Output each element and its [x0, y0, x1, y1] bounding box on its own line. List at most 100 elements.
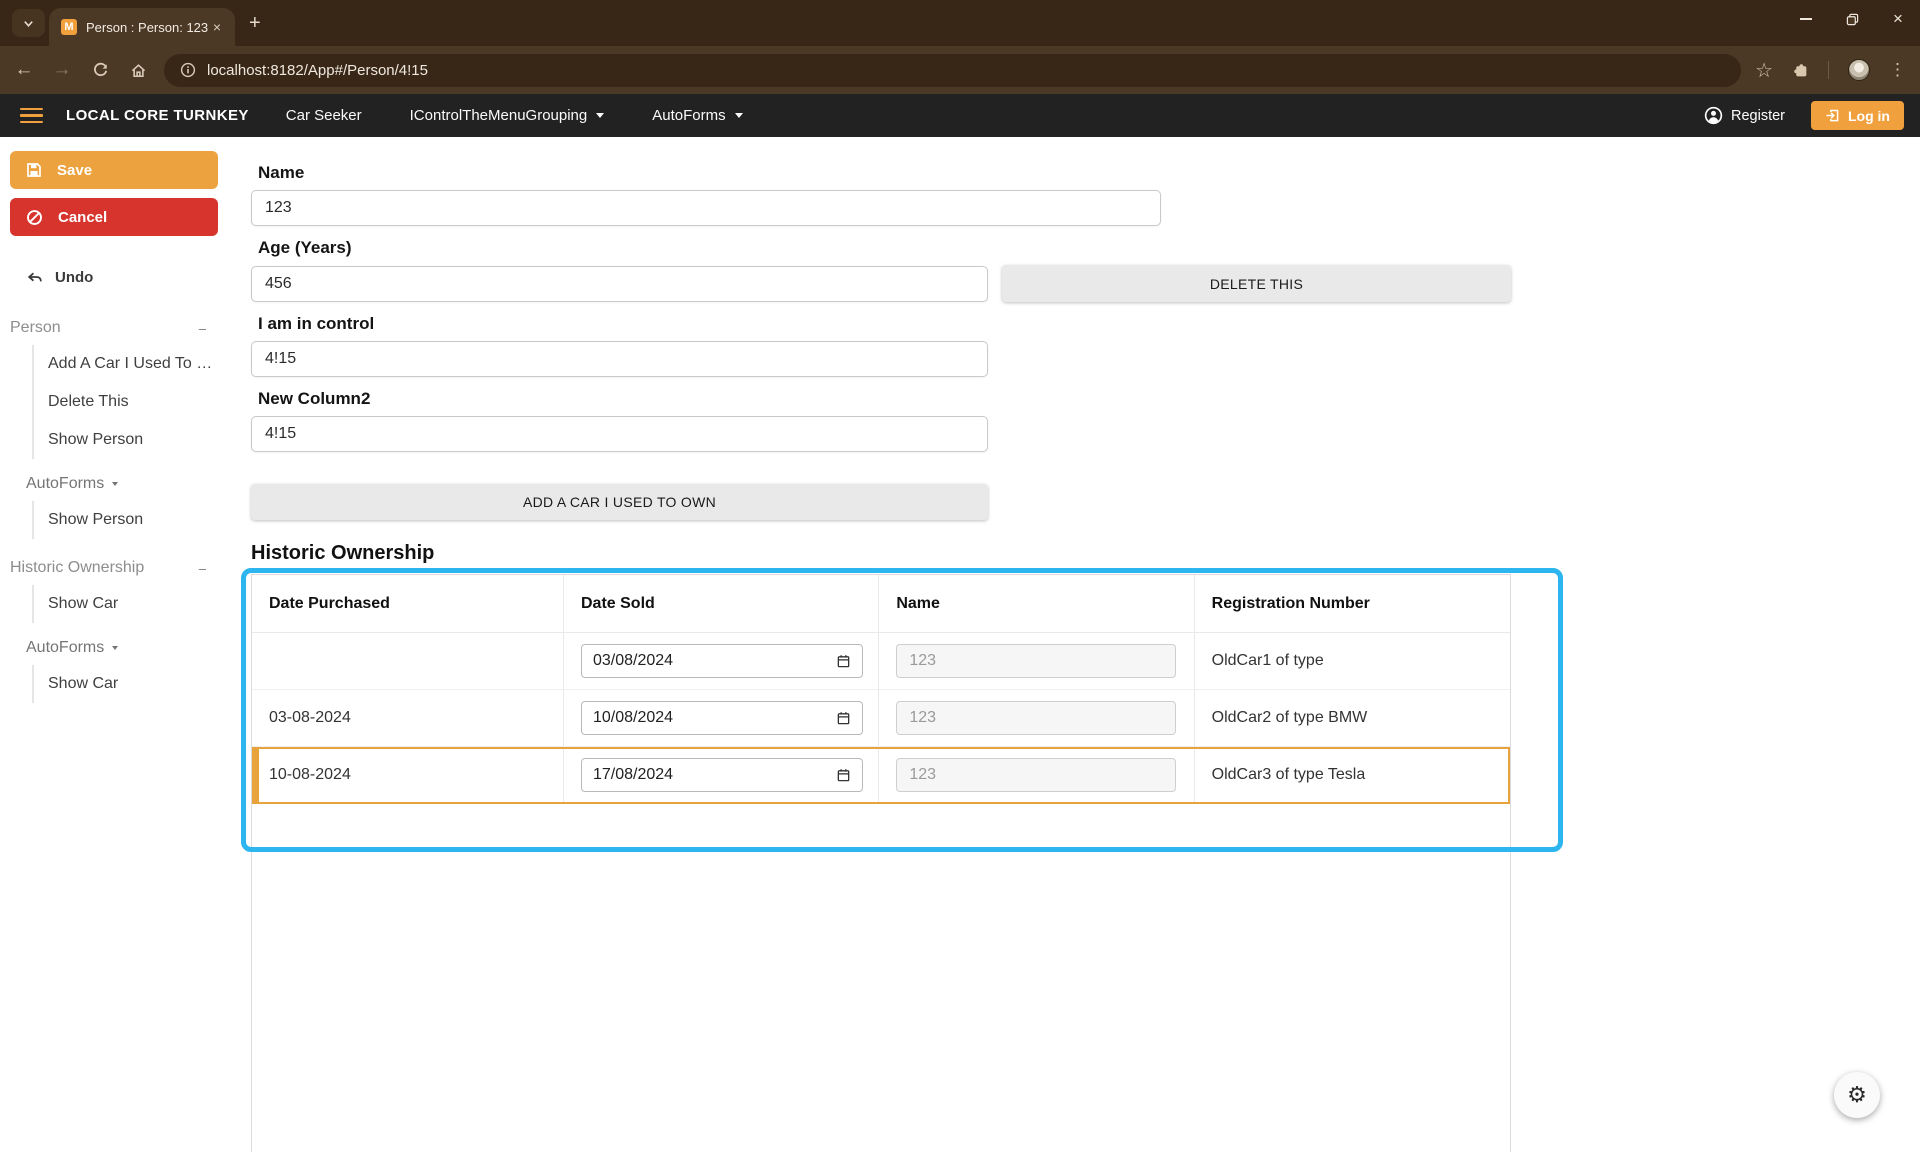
- column-header-date-sold: Date Sold: [564, 575, 879, 632]
- forward-button[interactable]: →: [46, 54, 78, 86]
- tab-title: Person : Person: 123: [86, 20, 209, 35]
- sidebar-section-person[interactable]: Person –: [10, 319, 218, 337]
- caret-down-icon: [112, 482, 118, 486]
- tab-favicon: M: [61, 19, 77, 35]
- sidebar-item-add-a-car[interactable]: Add A Car I Used To Own...: [48, 345, 218, 383]
- caret-down-icon: [112, 646, 118, 650]
- table-row[interactable]: 03-08-2024 10/08/2024 OldCar2 of type BM…: [252, 690, 1510, 747]
- column-header-name: Name: [879, 575, 1194, 632]
- historic-ownership-title: Historic Ownership: [251, 542, 1920, 565]
- save-button[interactable]: Save: [10, 151, 218, 189]
- sidebar-item-show-car[interactable]: Show Car: [48, 585, 218, 623]
- menu-button[interactable]: [20, 108, 43, 124]
- nav-item-icontrolthemenugrouping[interactable]: IControlTheMenuGrouping: [400, 101, 615, 130]
- car-name-input[interactable]: [896, 644, 1176, 678]
- person-circle-icon: [1704, 106, 1723, 125]
- url-text: localhost:8182/App#/Person/4!15: [207, 62, 428, 79]
- column-header-registration-number: Registration Number: [1195, 575, 1510, 632]
- browser-tab[interactable]: M Person : Person: 123 ×: [49, 8, 235, 46]
- extensions-button[interactable]: [1792, 62, 1809, 79]
- historic-ownership-table: Date Purchased Date Sold Name Registrati…: [251, 574, 1511, 1152]
- cancel-button[interactable]: Cancel: [10, 198, 218, 236]
- calendar-icon: [836, 767, 851, 783]
- date-purchased-cell: [252, 633, 564, 689]
- car-name-input[interactable]: [896, 758, 1176, 792]
- window-controls: ×: [1798, 0, 1906, 38]
- settings-button[interactable]: ⚙: [1834, 1072, 1880, 1118]
- restore-icon: [1846, 13, 1859, 26]
- caret-down-icon: [735, 113, 743, 118]
- table-header-row: Date Purchased Date Sold Name Registrati…: [252, 575, 1510, 633]
- bookmark-star-button[interactable]: ☆: [1755, 58, 1773, 83]
- new-tab-button[interactable]: +: [249, 12, 261, 35]
- browser-tab-strip: M Person : Person: 123 × + ×: [0, 0, 1920, 46]
- date-sold-input[interactable]: 10/08/2024: [581, 701, 863, 735]
- control-label: I am in control: [258, 314, 1920, 334]
- car-name-input[interactable]: [896, 701, 1176, 735]
- sidebar: Save Cancel Undo Person – Add A Car I Us…: [0, 137, 228, 1152]
- delete-this-button[interactable]: DELETE THIS: [1002, 265, 1511, 302]
- reload-icon: [92, 62, 109, 79]
- table-row-selected[interactable]: 10-08-2024 17/08/2024 OldCar3 of type Te…: [252, 747, 1510, 804]
- collapse-icon: –: [199, 561, 206, 576]
- tab-close-button[interactable]: ×: [209, 18, 225, 36]
- new-column2-label: New Column2: [258, 389, 1920, 409]
- new-column2-field[interactable]: [251, 416, 988, 452]
- profile-avatar[interactable]: [1848, 59, 1870, 81]
- hamburger-icon: [20, 108, 43, 111]
- sidebar-autoforms-dropdown-2[interactable]: AutoForms: [26, 639, 218, 657]
- sidebar-item-delete-this[interactable]: Delete This: [48, 383, 218, 421]
- minimize-button[interactable]: [1798, 11, 1814, 27]
- name-field[interactable]: [251, 190, 1161, 226]
- site-info-icon: [180, 62, 196, 78]
- nav-item-car-seeker[interactable]: Car Seeker: [276, 101, 372, 130]
- main-content: Name Age (Years) DELETE THIS I am in con…: [228, 137, 1920, 1152]
- sidebar-autoforms-dropdown[interactable]: AutoForms: [26, 475, 218, 493]
- browser-toolbar: ← → localhost:8182/App#/Person/4!15 ☆ ⋮: [0, 46, 1920, 94]
- home-icon: [130, 62, 147, 79]
- sidebar-item-show-car-2[interactable]: Show Car: [48, 665, 218, 703]
- chevron-down-icon: [22, 17, 35, 30]
- collapse-icon: –: [199, 321, 206, 336]
- login-icon: [1825, 108, 1840, 123]
- close-window-button[interactable]: ×: [1890, 11, 1906, 27]
- back-button[interactable]: ←: [8, 54, 40, 86]
- date-sold-input[interactable]: 03/08/2024: [581, 644, 863, 678]
- control-field[interactable]: [251, 341, 988, 377]
- maximize-button[interactable]: [1844, 11, 1860, 27]
- registration-cell: OldCar3 of type Tesla: [1195, 747, 1510, 803]
- column-header-date-purchased: Date Purchased: [252, 575, 564, 632]
- age-label: Age (Years): [258, 238, 1920, 258]
- url-bar[interactable]: localhost:8182/App#/Person/4!15: [164, 54, 1741, 87]
- date-purchased-cell: 03-08-2024: [252, 690, 564, 746]
- date-sold-input[interactable]: 17/08/2024: [581, 758, 863, 792]
- sidebar-item-show-person[interactable]: Show Person: [48, 421, 218, 459]
- reload-button[interactable]: [84, 54, 116, 86]
- add-car-button[interactable]: ADD A CAR I USED TO OWN: [251, 484, 988, 520]
- sidebar-item-show-person-2[interactable]: Show Person: [48, 501, 218, 539]
- undo-icon: [26, 269, 43, 286]
- age-field[interactable]: [251, 266, 988, 302]
- calendar-icon: [836, 710, 851, 726]
- toolbar-divider: [1828, 61, 1829, 79]
- registration-cell: OldCar1 of type: [1195, 633, 1510, 689]
- puzzle-icon: [1792, 62, 1809, 79]
- date-purchased-cell: 10-08-2024: [252, 747, 564, 803]
- registration-cell: OldCar2 of type BMW: [1195, 690, 1510, 746]
- login-button[interactable]: Log in: [1811, 101, 1904, 130]
- undo-button[interactable]: Undo: [26, 269, 218, 286]
- sidebar-section-historic-ownership[interactable]: Historic Ownership –: [10, 559, 218, 577]
- nav-item-autoforms[interactable]: AutoForms: [642, 101, 752, 130]
- brand-title: LOCAL CORE TURNKEY: [66, 107, 249, 124]
- home-button[interactable]: [122, 54, 154, 86]
- tab-search-button[interactable]: [12, 9, 45, 37]
- save-icon: [26, 162, 42, 178]
- caret-down-icon: [596, 113, 604, 118]
- name-label: Name: [258, 163, 1920, 183]
- ban-icon: [26, 209, 43, 226]
- browser-menu-button[interactable]: ⋮: [1889, 60, 1906, 80]
- toolbar-right-icons: ☆ ⋮: [1755, 58, 1906, 83]
- register-button[interactable]: Register: [1704, 106, 1785, 125]
- gear-icon: ⚙: [1847, 1082, 1867, 1108]
- table-row[interactable]: 03/08/2024 OldCar1 of type: [252, 633, 1510, 690]
